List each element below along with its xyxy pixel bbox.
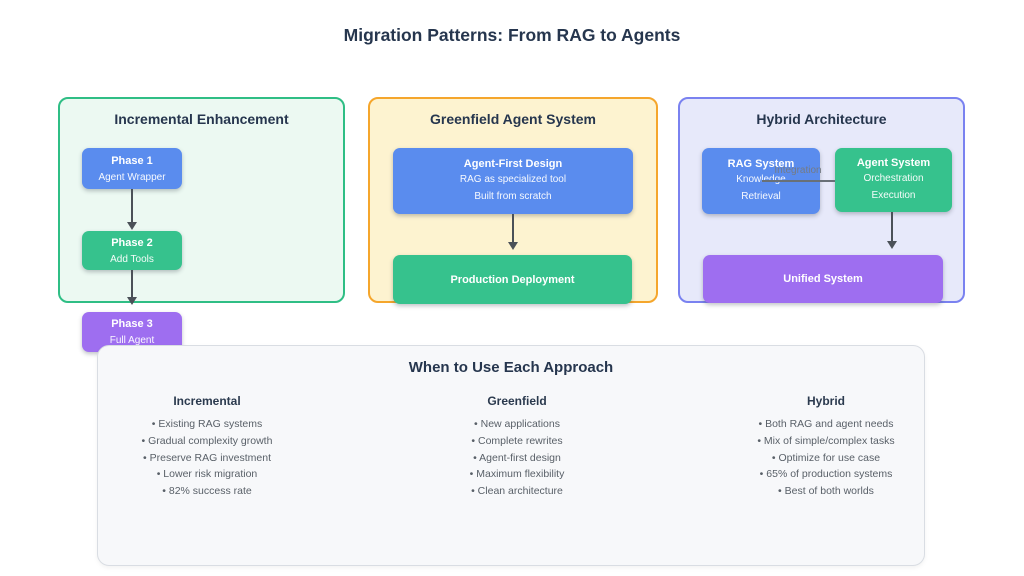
panel-column-incremental: Incremental • Existing RAG systems • Gra… (97, 394, 317, 500)
node-phase-1: Phase 1 Agent Wrapper (82, 148, 182, 189)
panel-list-item: • Optimize for use case (771, 451, 881, 464)
arrowhead-down-icon (127, 222, 137, 230)
node-agent-first-title: Agent-First Design (463, 158, 563, 170)
panel-column-hybrid-header: Hybrid (806, 394, 845, 408)
panel-list-item: • Existing RAG systems (151, 418, 263, 430)
node-phase-1-subtitle: Agent Wrapper (98, 171, 166, 183)
panel-list-item: • 65% of production systems (759, 468, 893, 481)
cluster-hybrid-title: Hybrid Architecture (756, 111, 887, 127)
panel-column-greenfield: Greenfield • New applications • Complete… (407, 394, 627, 500)
node-rag-line-2: Retrieval (741, 191, 781, 202)
node-agent-first-design: Agent-First Design RAG as specialized to… (393, 148, 633, 214)
diagram-title: Migration Patterns: From RAG to Agents (343, 25, 681, 45)
panel-list-item: • 82% success rate (162, 485, 252, 498)
cluster-greenfield-title: Greenfield Agent System (430, 111, 596, 127)
arrow-agentfirst-to-production-line (512, 214, 514, 242)
panel-title: When to Use Each Approach (408, 359, 614, 376)
node-agent-first-line-2: Built from scratch (474, 191, 552, 202)
diagram-canvas: Migration Patterns: From RAG to Agents I… (0, 0, 1024, 576)
panel-column-incremental-header: Incremental (173, 394, 241, 408)
node-unified-system: Unified System (703, 255, 943, 303)
arrowhead-down-icon (127, 297, 137, 305)
node-production-deployment: Production Deployment (393, 255, 632, 304)
panel-list-item: • New applications (474, 418, 560, 430)
panel-list-item: • Lower risk migration (156, 468, 258, 481)
panel-column-hybrid: Hybrid • Both RAG and agent needs • Mix … (716, 394, 936, 500)
node-phase-1-title: Phase 1 (111, 154, 153, 167)
node-unified-title: Unified System (783, 273, 863, 285)
panel-list-item: • Gradual complexity growth (141, 434, 273, 447)
panel-column-greenfield-header: Greenfield (487, 394, 547, 408)
node-phase-2: Phase 2 Add Tools (82, 231, 182, 270)
panel-list-item: • Both RAG and agent needs (758, 418, 894, 430)
arrowhead-down-icon (508, 242, 518, 250)
node-agent-first-line-1: RAG as specialized tool (459, 174, 567, 185)
panel-list-item: • Clean architecture (471, 485, 563, 498)
panel-list-item: • Maximum flexibility (469, 468, 565, 481)
node-production-title: Production Deployment (450, 273, 575, 286)
node-agent-system-line-1: Orchestration (863, 173, 924, 184)
panel-list-item: • Complete rewrites (471, 434, 563, 447)
arrow-phase2-to-phase3-line (131, 270, 133, 298)
arrowhead-down-icon (887, 241, 897, 249)
cluster-incremental-title: Incremental Enhancement (114, 111, 289, 127)
node-agent-system-line-2: Execution (871, 190, 916, 201)
panel-list-item: • Agent-first design (473, 451, 561, 464)
node-phase-3-title: Phase 3 (111, 318, 153, 330)
panel-list-item: • Mix of simple/complex tasks (757, 434, 895, 447)
arrow-agentsystem-to-unified-line (891, 212, 893, 241)
panel-list-item: • Preserve RAG investment (143, 451, 271, 464)
node-agent-system-title: Agent System (856, 157, 931, 169)
arrow-phase1-to-phase2-line (131, 189, 133, 222)
when-to-use-panel: When to Use Each Approach Incremental • … (97, 345, 925, 566)
node-phase-2-title: Phase 2 (111, 236, 153, 249)
cluster-incremental-enhancement: Incremental Enhancement (58, 97, 345, 303)
edge-integration-label: Integration (774, 165, 822, 176)
edge-integration-line (762, 180, 835, 182)
node-agent-system: Agent System Orchestration Execution (835, 148, 952, 212)
panel-list-item: • Best of both worlds (778, 485, 874, 498)
node-phase-2-subtitle: Add Tools (110, 253, 154, 265)
